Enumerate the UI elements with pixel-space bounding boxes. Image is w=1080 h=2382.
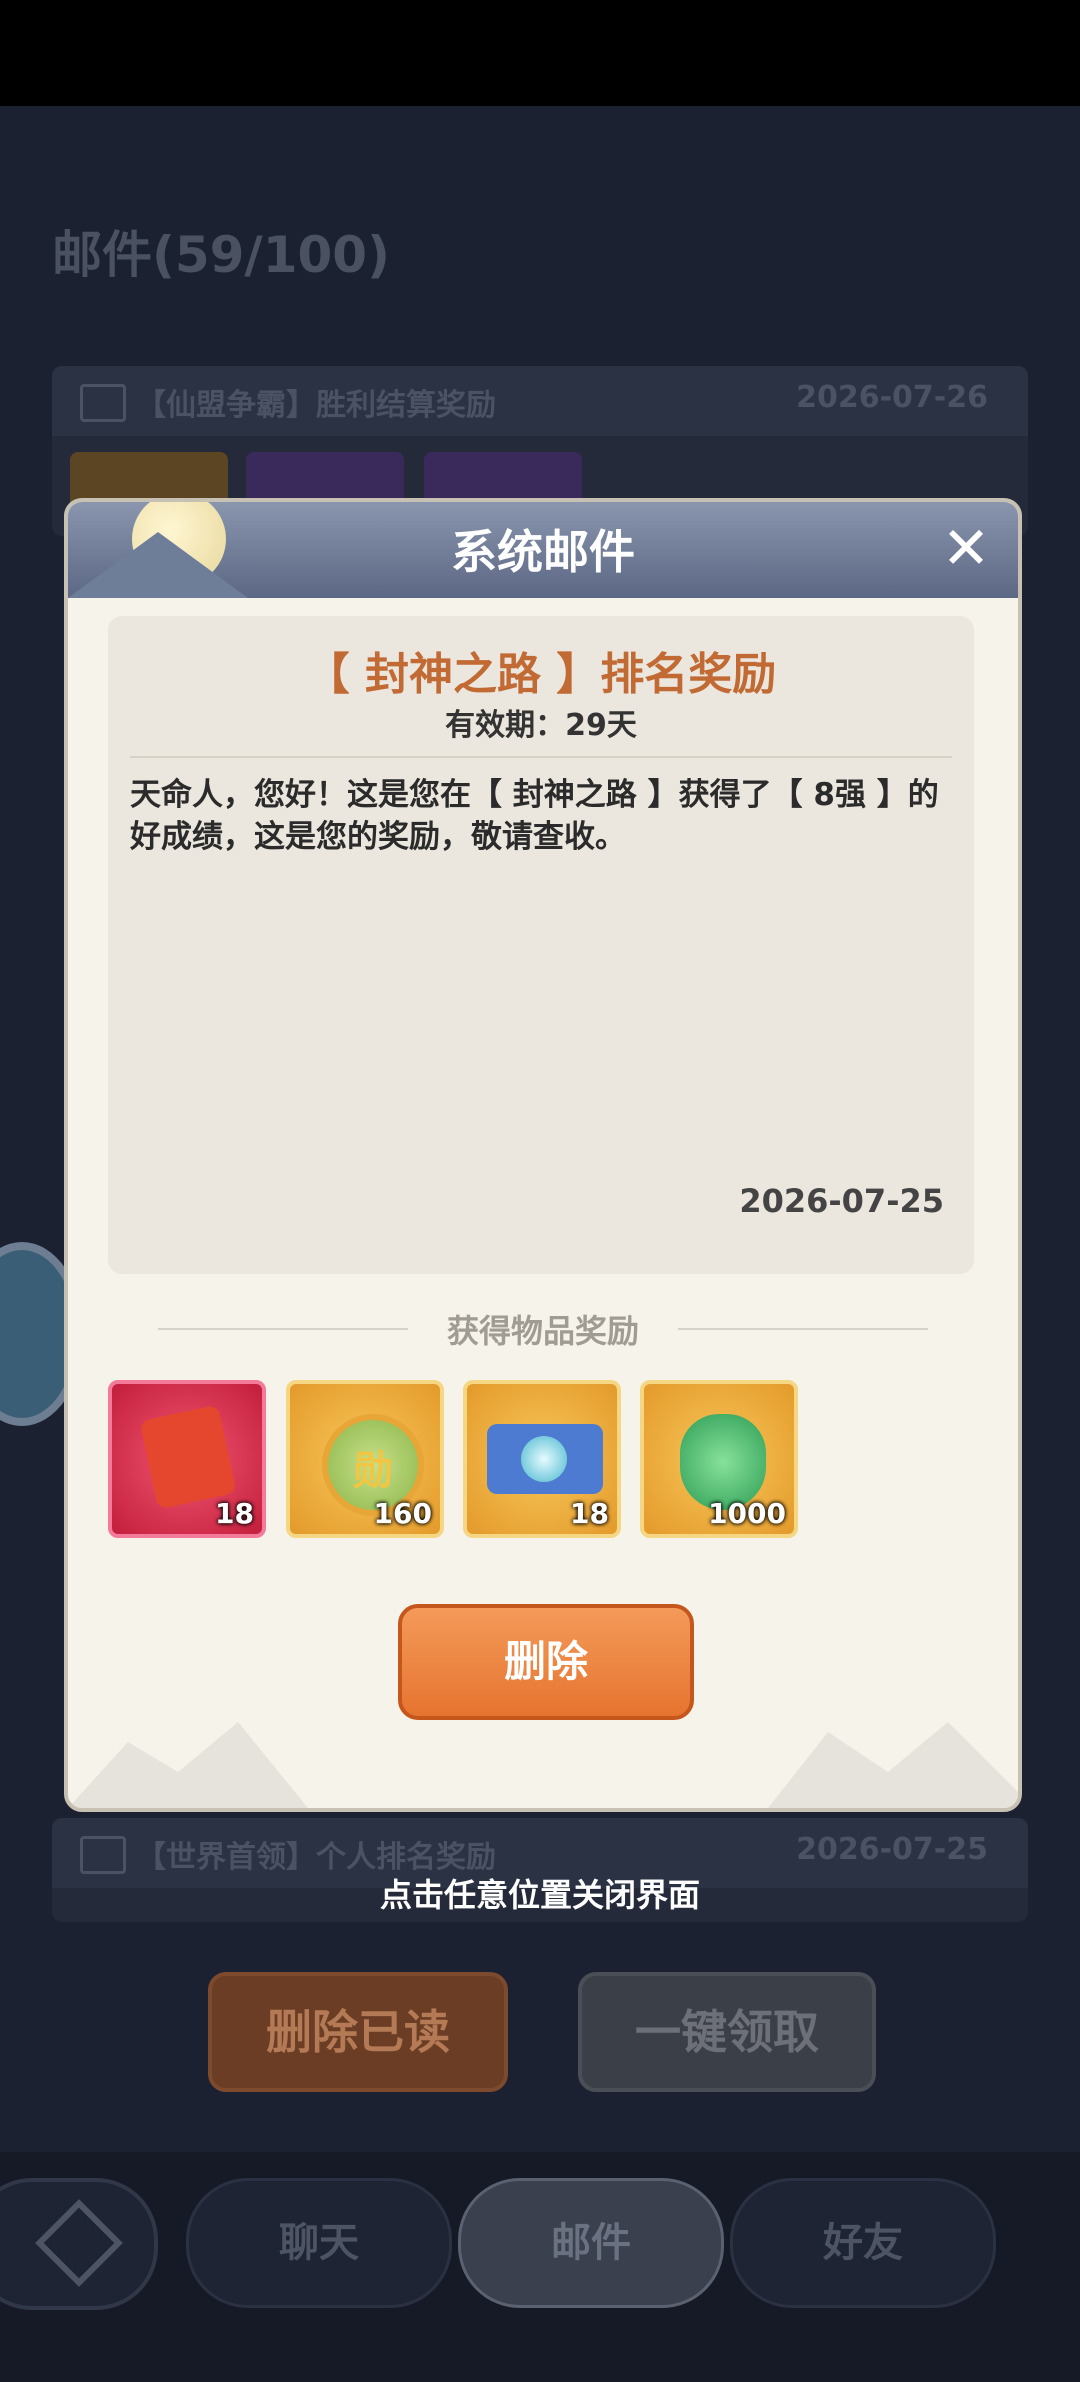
nav-home-button[interactable] (0, 2178, 158, 2310)
scroll-icon (487, 1424, 603, 1494)
reward-count: 160 (373, 1497, 432, 1530)
validity-period: 有效期：29天 (445, 708, 637, 743)
reward-count: 18 (215, 1497, 254, 1530)
puzzle-piece-icon (139, 1404, 237, 1510)
reward-item[interactable]: 勋 160 (286, 1380, 444, 1538)
nav-tab-chat[interactable]: 聊天 (186, 2178, 452, 2308)
dialog-title: 系统邮件 (451, 525, 635, 579)
mail-subject: 【 封神之路 】排名奖励 (305, 649, 777, 700)
mail-date: 2026-07-25 (739, 1182, 944, 1220)
envelope-icon (80, 384, 126, 422)
nav-tab-mail[interactable]: 邮件 (458, 2178, 724, 2308)
system-mail-dialog: 系统邮件 ✕ 【 封神之路 】排名奖励 有效期：29天 天命人，您好！这是您在【… (64, 498, 1022, 1812)
divider (130, 756, 952, 758)
mailbox-title: 邮件(59/100) (52, 226, 390, 284)
rewards-heading: 获得物品奖励 (446, 1312, 639, 1350)
reward-count: 1000 (708, 1497, 786, 1530)
reward-item[interactable]: 1000 (640, 1380, 798, 1538)
mail-body-text: 天命人，您好！这是您在【 封神之路 】获得了【 8强 】的好成绩，这是您的奖励，… (130, 777, 939, 855)
envelope-icon (80, 1836, 126, 1874)
mail-date: 2026-07-26 (796, 380, 988, 415)
medal-glyph: 勋 (353, 1448, 393, 1494)
mail-date: 2026-07-25 (796, 1832, 988, 1867)
jade-dragon-icon (680, 1414, 766, 1510)
dialog-header: 系统邮件 ✕ (68, 502, 1018, 598)
delete-button[interactable]: 删除 (398, 1604, 694, 1720)
nav-tab-friends[interactable]: 好友 (730, 2178, 996, 2308)
mail-subject: 【仙盟争霸】胜利结算奖励 (136, 388, 496, 423)
reward-count: 18 (570, 1497, 609, 1530)
reward-item[interactable]: 18 (463, 1380, 621, 1538)
close-icon[interactable]: ✕ (936, 518, 996, 578)
reward-item[interactable]: 18 (108, 1380, 266, 1538)
close-hint: 点击任意位置关闭界面 (379, 1876, 700, 1914)
mail-content-panel: 【 封神之路 】排名奖励 有效期：29天 天命人，您好！这是您在【 封神之路 】… (108, 616, 974, 1274)
delete-read-button[interactable]: 删除已读 (208, 1972, 508, 2092)
claim-all-button[interactable]: 一键领取 (578, 1972, 876, 2092)
home-icon (35, 2199, 123, 2287)
